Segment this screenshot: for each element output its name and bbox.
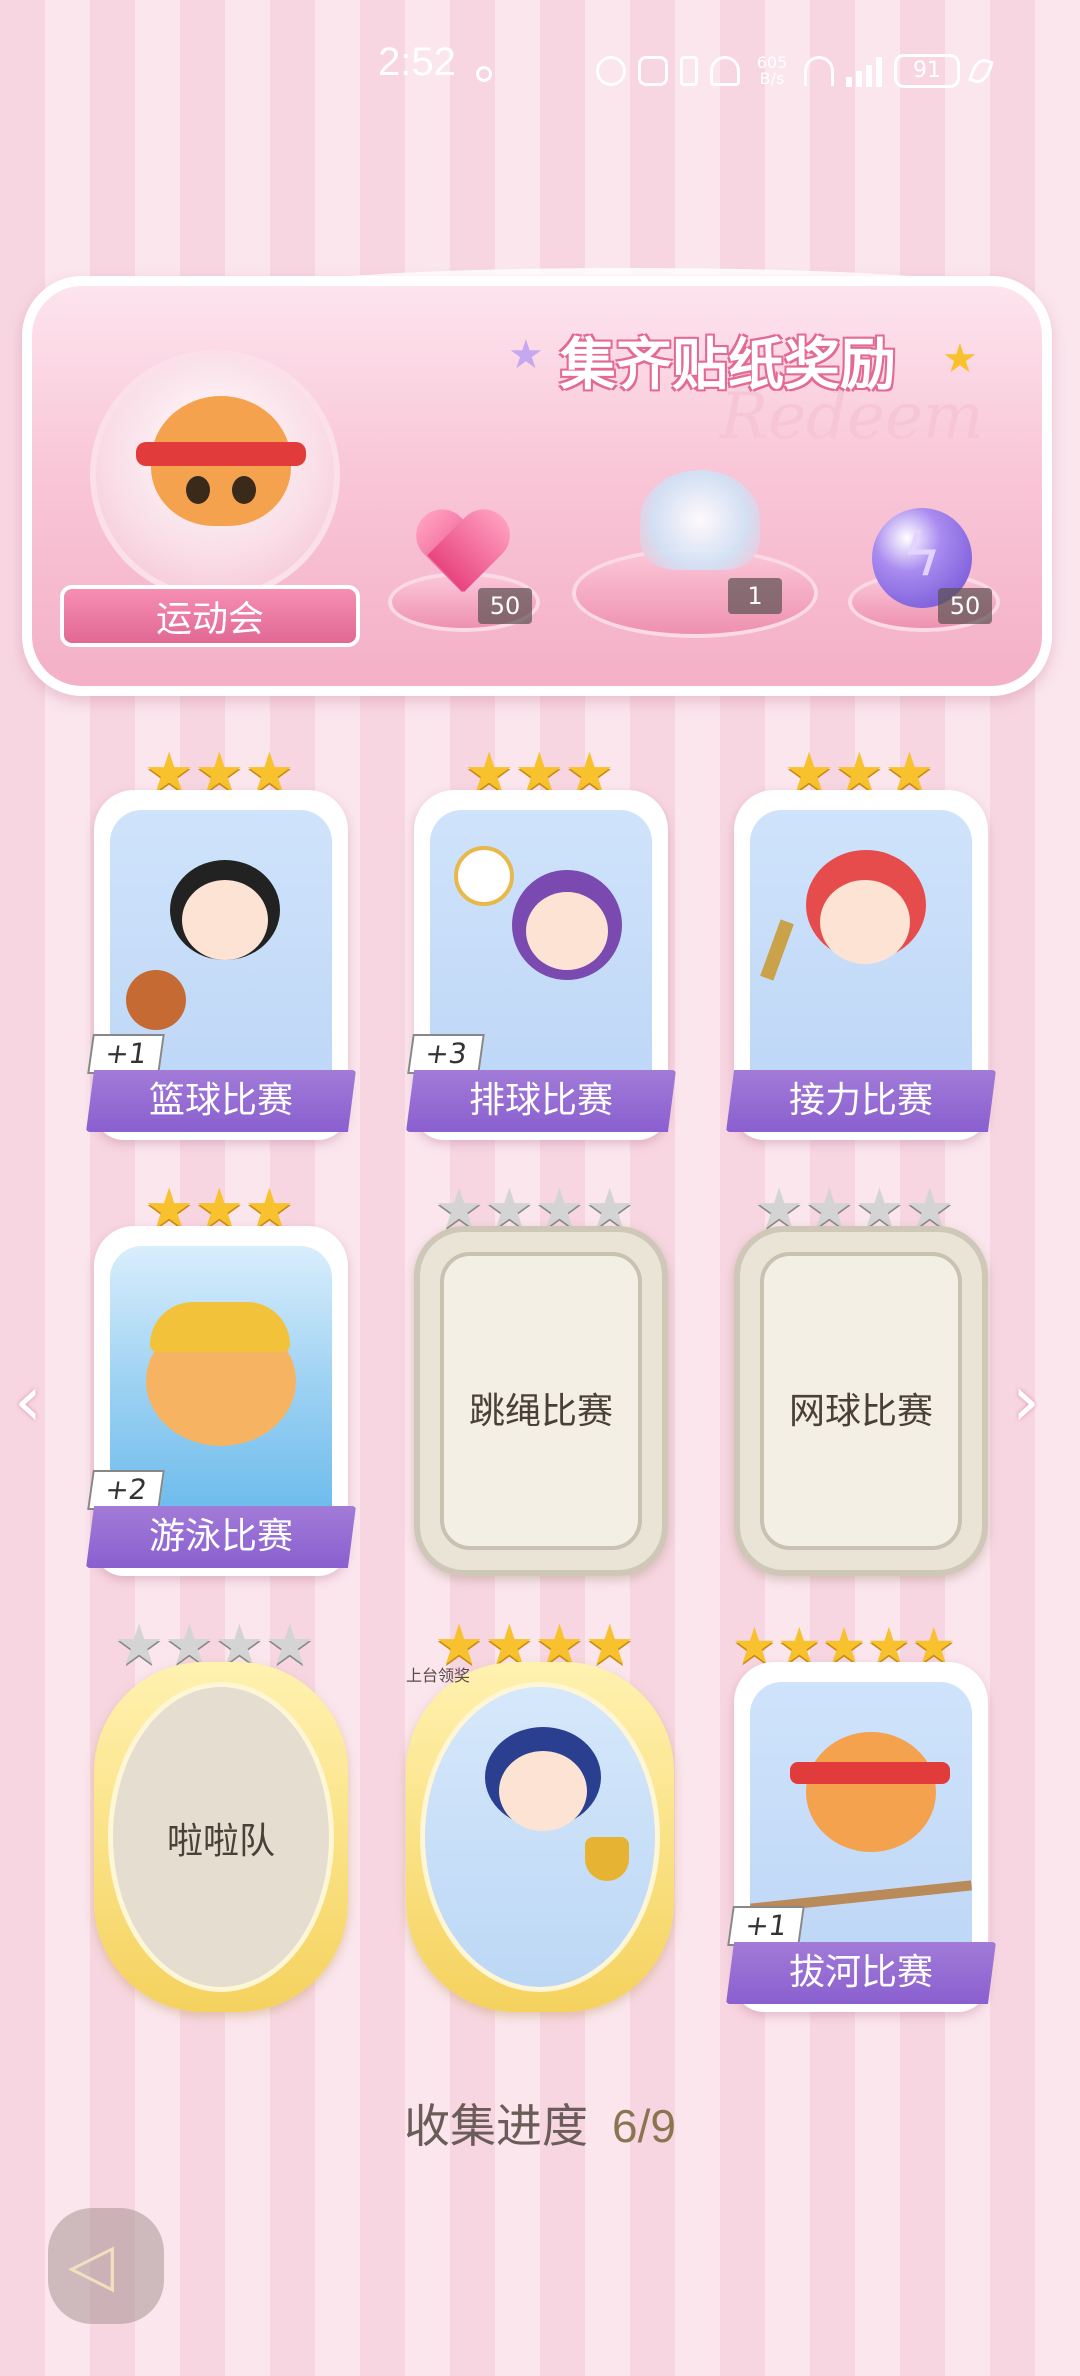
collection-progress: 收集进度 6/9	[0, 2090, 1080, 2156]
girl-face	[182, 880, 268, 960]
girl-face	[526, 892, 608, 970]
sticker-card-award[interactable]: 上台领奖	[406, 1662, 674, 2012]
sticker-card-relay[interactable]: 接力比赛	[726, 790, 996, 1140]
sticker-label: 游泳比赛	[86, 1506, 356, 1568]
net-speed: 605 B/s	[756, 53, 788, 88]
bluetooth-icon	[680, 56, 698, 86]
reward-count: 50	[938, 588, 992, 624]
girl-face	[820, 880, 910, 964]
sticker-label: 跳绳比赛	[468, 1391, 613, 1432]
cat-eye	[186, 476, 210, 504]
sticker-art	[750, 810, 972, 1110]
swim-cap-icon	[150, 1302, 290, 1352]
back-arrow-icon: ◁	[68, 2230, 115, 2300]
sticker-label: 网球比赛	[788, 1391, 933, 1432]
headband-icon	[790, 1762, 950, 1784]
notification-icon	[476, 66, 492, 82]
n-icon	[638, 56, 668, 86]
nfc-icon	[596, 56, 626, 86]
jellyfish-icon[interactable]	[640, 470, 760, 570]
star-icon: ★	[114, 1613, 165, 1678]
chevron-right-icon[interactable]: ›	[1012, 1360, 1040, 1442]
sticker-card-jump-rope[interactable]: 跳绳比赛	[414, 1226, 668, 1576]
sticker-art	[420, 1682, 660, 1992]
chevron-left-icon[interactable]: ‹	[14, 1360, 42, 1442]
sticker-label: 篮球比赛	[86, 1070, 356, 1132]
mute-icon	[710, 56, 740, 86]
duplicate-count-badge: +1	[87, 1034, 165, 1074]
back-button[interactable]: ◁	[48, 2208, 164, 2324]
sticker-card-volleyball[interactable]: +3 排球比赛	[406, 790, 676, 1140]
star-decoration-icon: ★	[942, 336, 978, 382]
reward-count: 1	[728, 578, 782, 614]
basketball-icon	[126, 970, 186, 1030]
event-name-badge: 运动会	[60, 585, 360, 647]
sticker-label: 啦啦队	[166, 1821, 275, 1862]
sticker-card-basketball[interactable]: +1 篮球比赛	[86, 790, 356, 1140]
cat-face	[806, 1732, 936, 1852]
sticker-label: 接力比赛	[726, 1070, 996, 1132]
star-decoration-icon: ★	[508, 332, 544, 378]
star-icon: ★	[264, 1613, 315, 1678]
cat-eye	[232, 476, 256, 504]
duplicate-count-badge: +3	[407, 1034, 485, 1074]
progress-label: 收集进度	[404, 2100, 589, 2152]
progress-value: 6/9	[612, 2100, 676, 2152]
sticker-card-cheerleading[interactable]: 啦啦队	[94, 1662, 348, 2012]
signal-icon	[846, 55, 882, 87]
wifi-icon	[804, 56, 834, 86]
event-avatar	[90, 350, 340, 600]
volleyball-icon	[454, 846, 514, 906]
sticker-card-swimming[interactable]: +2 游泳比赛	[86, 1226, 356, 1576]
battery-icon: 91	[894, 54, 960, 88]
sticker-label: 排球比赛	[406, 1070, 676, 1132]
duplicate-count-badge: +1	[727, 1906, 805, 1946]
status-bar: 2:52 605 B/s 91	[0, 40, 1080, 110]
leaf-icon	[968, 55, 994, 87]
status-time: 2:52	[378, 40, 456, 84]
lightning-icon: ϟ	[902, 520, 942, 590]
baton-icon	[760, 919, 794, 981]
sticker-card-tennis[interactable]: 网球比赛	[734, 1226, 988, 1576]
sticker-card-tug-of-war[interactable]: +1 拔河比赛	[726, 1662, 996, 2012]
sticker-label: 拔河比赛	[726, 1942, 996, 2004]
girl-face	[499, 1751, 587, 1831]
banner-title: 集齐贴纸奖励	[560, 333, 896, 398]
headband-icon	[136, 442, 306, 466]
duplicate-count-badge: +2	[87, 1470, 165, 1510]
reward-count: 50	[478, 588, 532, 624]
trophy-icon	[585, 1837, 629, 1881]
